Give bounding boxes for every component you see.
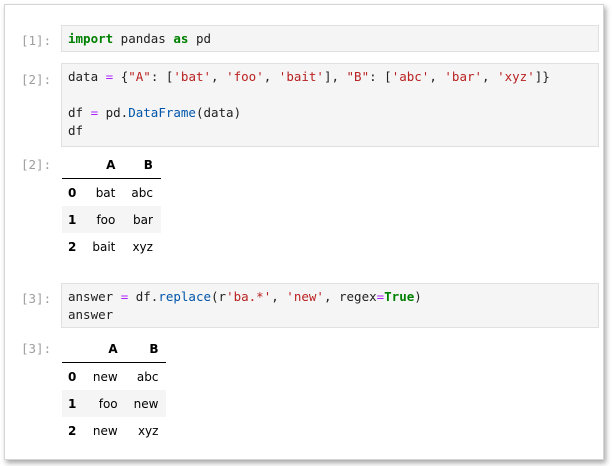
output-area-3: A B 0 new abc 1 foo new 2 new xyz [62, 335, 167, 444]
row-index: 2 [68, 239, 77, 254]
code-token: ) [414, 289, 422, 304]
code-token: , [211, 69, 227, 84]
code-string: 'abc' [391, 69, 430, 84]
code-token: , [271, 289, 287, 304]
code-string: 'bait' [278, 69, 324, 84]
table-cell: foo [96, 212, 116, 227]
code-token: , [263, 69, 279, 84]
code-token: : [ [150, 69, 174, 84]
code-token: , regex [323, 289, 377, 304]
code-token: ]} [534, 69, 550, 84]
code-cell-2[interactable]: data = {"A": ['bat', 'foo', 'bait'], "B"… [61, 63, 599, 147]
code-cell-1[interactable]: import pandas as pd [61, 25, 599, 52]
code-token: pandas [113, 31, 174, 46]
index-header [62, 151, 85, 179]
keyword-true: True [384, 289, 415, 304]
input-prompt-3: [3]: [21, 291, 52, 306]
code-token: (data) [195, 105, 242, 120]
table-row: 2 new xyz [62, 417, 166, 444]
code-string: "B" [346, 69, 370, 84]
code-token: { [113, 69, 129, 84]
table-row: 2 bait xyz [62, 233, 161, 260]
table-cell: new [92, 369, 118, 384]
code-token: , [429, 69, 445, 84]
code-string: 'bat' [173, 69, 212, 84]
code-cell-3[interactable]: answer = df.replace(r'ba.*', 'new', rege… [61, 283, 599, 328]
table-cell: foo [98, 396, 118, 411]
code-token: df [68, 105, 91, 120]
code-string: "A" [128, 69, 151, 84]
row-index: 2 [68, 423, 77, 438]
row-index: 0 [68, 185, 77, 200]
output-prompt-2: [2]: [21, 157, 52, 172]
table-cell: xyz [137, 423, 159, 438]
table-row: 1 foo bar [62, 206, 161, 233]
output-prompt-3: [3]: [21, 341, 52, 356]
column-header: B [123, 151, 161, 179]
keyword-as: as [173, 31, 189, 46]
notebook-frame: [1]: import pandas as pd [2]: data = {"A… [4, 4, 604, 460]
code-string: 'xyz' [497, 69, 535, 84]
row-index: 1 [68, 396, 77, 411]
column-header: A [84, 151, 124, 179]
table-cell: abc [131, 185, 153, 200]
table-row: 1 foo new [62, 390, 167, 417]
table-cell: xyz [132, 239, 153, 254]
table-cell: new [133, 396, 159, 411]
code-string: 'bar' [444, 69, 483, 84]
table-row: 0 new abc [62, 363, 166, 391]
dataframe-table-3: A B 0 new abc 1 foo new 2 new xyz [62, 335, 167, 444]
column-header: A [84, 335, 126, 363]
table-header-row: A B [62, 335, 167, 363]
row-index: 0 [68, 369, 77, 384]
table-cell: bat [95, 185, 116, 200]
row-index: 1 [68, 212, 77, 227]
code-string: 'foo' [226, 69, 264, 84]
output-area-2: A B 0 bat abc 1 foo bar 2 bait xyz [62, 151, 161, 260]
code-token: ], [323, 69, 347, 84]
code-token: pd. [98, 105, 129, 120]
input-prompt-1: [1]: [21, 33, 52, 48]
code-token: data [68, 69, 106, 84]
column-header: B [125, 335, 167, 363]
table-header-row: A B [62, 151, 161, 179]
code-token: df. [128, 289, 159, 304]
code-token: , [482, 69, 498, 84]
code-string: 'new' [286, 289, 324, 304]
table-cell: bait [92, 239, 116, 254]
code-operator: = [90, 105, 99, 120]
code-token: answer [68, 289, 121, 304]
table-row: 0 bat abc [62, 179, 161, 207]
code-token: pd [188, 31, 212, 46]
code-token: df [68, 123, 84, 138]
code-function: replace [158, 289, 212, 304]
table-cell: abc [136, 369, 159, 384]
input-prompt-2: [2]: [21, 72, 52, 87]
code-function: DataFrame [128, 105, 196, 120]
table-cell: bar [133, 212, 153, 227]
code-token: answer [68, 307, 114, 322]
dataframe-table-2: A B 0 bat abc 1 foo bar 2 bait xyz [62, 151, 161, 260]
code-token: (r [211, 289, 227, 304]
code-string: 'ba.*' [226, 289, 272, 304]
keyword-import: import [68, 31, 114, 46]
table-cell: new [92, 423, 118, 438]
index-header [62, 335, 85, 363]
code-token: : [ [369, 69, 392, 84]
